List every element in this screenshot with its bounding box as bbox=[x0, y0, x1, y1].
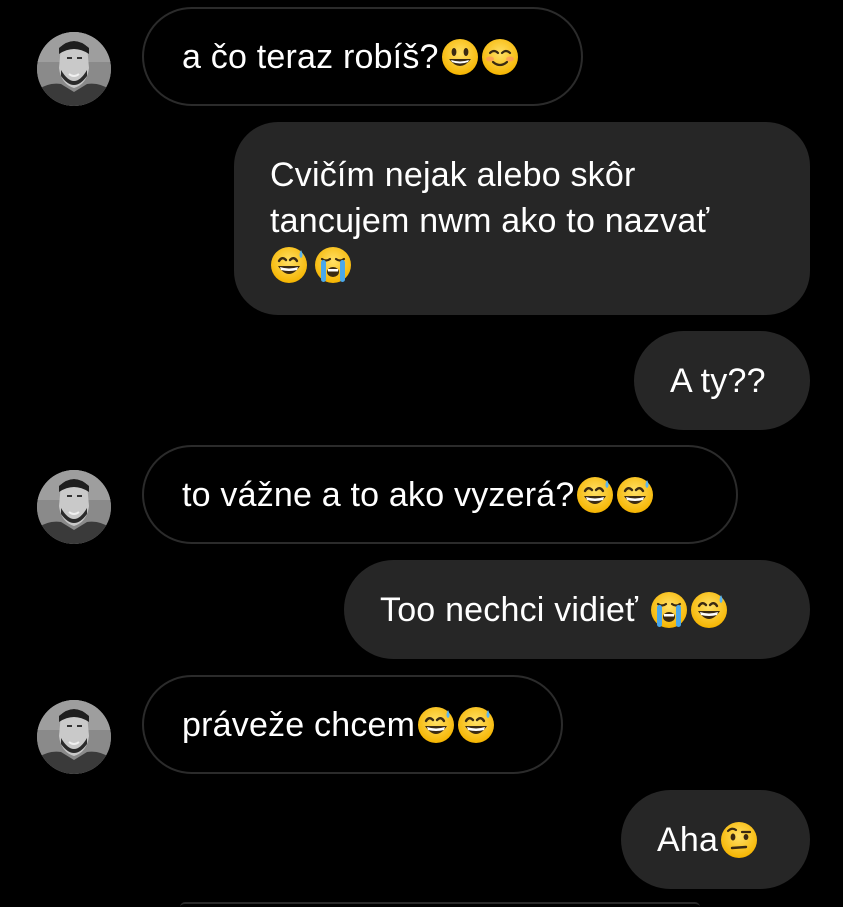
grinning-face-emoji-icon bbox=[441, 38, 479, 76]
message-text: práveže chcem bbox=[182, 705, 416, 744]
outgoing-message-bubble[interactable]: Cvičím nejak alebo skôr tancujem nwm ako… bbox=[234, 122, 810, 315]
contact-avatar[interactable] bbox=[37, 470, 111, 544]
grinning-face-sweat-emoji-icon bbox=[270, 246, 308, 284]
message-text: to vážne a to ako vyzerá? bbox=[182, 475, 575, 514]
outgoing-message-bubble[interactable]: A ty?? bbox=[634, 331, 810, 430]
message-text: Too nechci vidieť bbox=[380, 590, 648, 629]
message-text-line-2: tancujem nwm ako to nazvať bbox=[270, 202, 710, 240]
incoming-message-bubble[interactable]: to vážne a to ako vyzerá? bbox=[142, 445, 738, 544]
smiling-face-emoji-icon bbox=[481, 38, 519, 76]
grinning-face-sweat-emoji-icon bbox=[616, 476, 654, 514]
grinning-face-sweat-emoji-icon bbox=[576, 476, 614, 514]
grinning-face-sweat-emoji-icon bbox=[417, 706, 455, 744]
outgoing-message-bubble[interactable]: Too nechci vidieť bbox=[344, 560, 810, 659]
grinning-face-sweat-emoji-icon bbox=[690, 591, 728, 629]
outgoing-message-bubble[interactable]: Aha bbox=[621, 790, 810, 889]
loudly-crying-face-emoji-icon bbox=[314, 246, 352, 284]
contact-avatar[interactable] bbox=[37, 700, 111, 774]
incoming-message-bubble[interactable]: a čo teraz robíš? bbox=[142, 7, 583, 106]
message-text-line-1: Cvičím nejak alebo skôr bbox=[270, 156, 636, 194]
message-text: Aha bbox=[657, 820, 719, 859]
grinning-face-sweat-emoji-icon bbox=[457, 706, 495, 744]
message-text: A ty?? bbox=[670, 361, 766, 400]
message-emoji-row bbox=[270, 246, 774, 284]
message-text: a čo teraz robíš? bbox=[182, 37, 439, 76]
loudly-crying-face-emoji-icon bbox=[650, 591, 688, 629]
face-with-raised-eyebrow-emoji-icon bbox=[720, 821, 758, 859]
incoming-message-bubble[interactable]: práveže chcem bbox=[142, 675, 563, 774]
contact-avatar[interactable] bbox=[37, 32, 111, 106]
chat-thread: a čo teraz robíš? Cvičím nejak alebo skô… bbox=[0, 0, 843, 905]
